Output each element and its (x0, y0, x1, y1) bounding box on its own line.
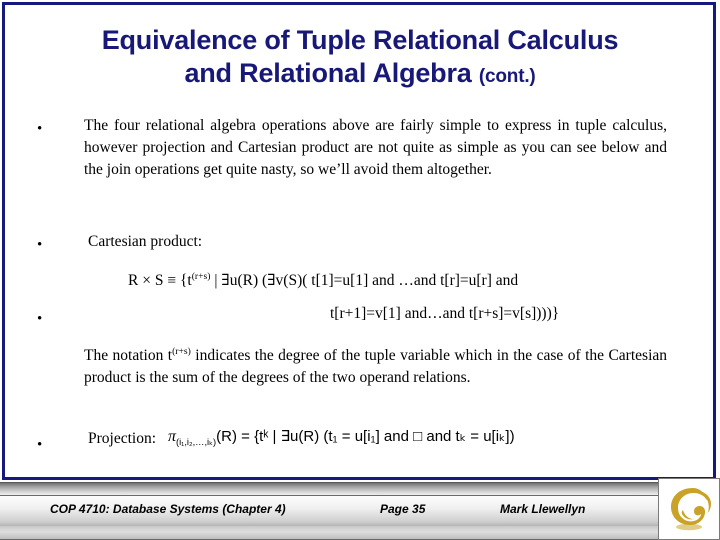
ucf-pegasus-logo (658, 478, 720, 540)
bullet-marker-3: • (37, 311, 43, 327)
projection-body: (R) = {tᵏ | ∃u(R) (t₁ = u[i₁] and □ and … (216, 428, 515, 445)
formula-cartesian-line-1: R × S ≡ {t(r+s) | ∃u(R) (∃v(S)( t[1]=u[1… (128, 266, 518, 292)
bullet-text-2: Cartesian product: (88, 233, 203, 250)
footer-bar-bottom (0, 526, 720, 540)
formula-projection: π(i₁,i₂,…,iₖ)(R) = {tᵏ | ∃u(R) (t₁ = u[i… (168, 427, 515, 452)
notation-paragraph: The notation t(r+s) indicates the degree… (84, 341, 667, 389)
notation-prefix: The notation t (84, 347, 173, 365)
slide-footer: COP 4710: Database Systems (Chapter 4) P… (0, 482, 720, 540)
footer-page-number: Page 35 (380, 502, 426, 516)
notation-superscript: (r+s) (172, 346, 191, 357)
formula-cartesian-rest: | ∃u(R) (∃v(S)( t[1]=u[1] and …and t[r]=… (210, 272, 519, 290)
footer-bar-top (0, 482, 720, 495)
formula-cartesian-line-2: t[r+1]=v[1] and…and t[r+s]=v[s])))} (330, 305, 560, 322)
formula-cartesian-prefix: R × S ≡ {t (128, 272, 192, 290)
pi-subscript-indices: (i₁,i₂,…,iₖ) (176, 437, 217, 447)
slide-canvas: Equivalence of Tuple Relational Calculus… (0, 0, 720, 540)
bullet-text-1: The four relational algebra operations a… (84, 117, 667, 178)
formula-cartesian-superscript: (r+s) (191, 271, 211, 282)
bullet-marker-2: • (37, 237, 43, 253)
bullet-marker-1: • (37, 121, 43, 137)
bullet-text-4-label: Projection: (88, 430, 157, 447)
slide-body: • The four relational algebra operations… (0, 0, 720, 480)
bullet-marker-4: • (37, 437, 43, 453)
pi-symbol: π (168, 428, 177, 445)
footer-course-label: COP 4710: Database Systems (Chapter 4) (50, 502, 286, 516)
footer-author-label: Mark Llewellyn (500, 502, 586, 516)
